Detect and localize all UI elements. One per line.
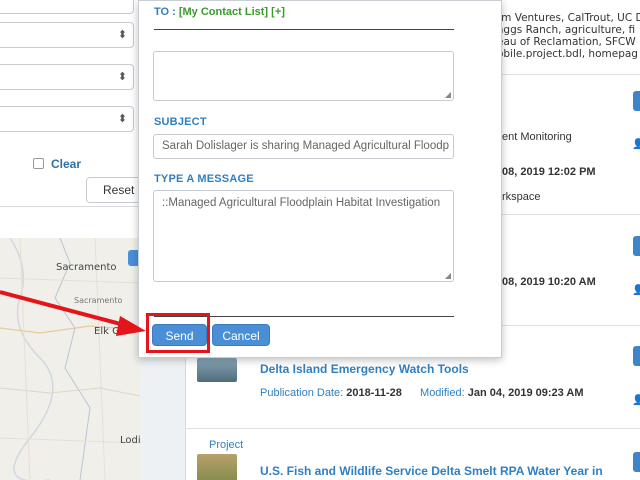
map-label-sacramento-small: Sacramento — [74, 296, 123, 305]
result-4-type: Project — [209, 439, 244, 451]
filter-select-4[interactable]: ⬍ — [0, 106, 134, 132]
map-label-sacramento: Sacramento — [56, 262, 117, 273]
filter-select-1[interactable] — [0, 0, 134, 14]
result-4-title[interactable]: U.S. Fish and Wildlife Service Delta Sme… — [260, 464, 603, 478]
modified-label: Modified: — [420, 387, 465, 399]
result-1-title-fragment[interactable]: ent Monitoring — [502, 131, 572, 143]
select-chevron-icon: ⬍ — [117, 70, 127, 83]
result-tags-line: aggs Ranch, agriculture, fi — [497, 24, 636, 36]
reset-button[interactable]: Reset — [86, 177, 146, 203]
result-tags-line: rm Ventures, CalTrout, UC D — [497, 12, 640, 24]
to-label: TO : — [154, 6, 176, 18]
row-divider — [185, 428, 640, 429]
result-3-thumbnail[interactable] — [197, 358, 237, 382]
filter-select-3[interactable]: ⬍ — [0, 64, 134, 90]
result-4-action-button[interactable] — [633, 452, 640, 472]
map-graphic — [0, 238, 140, 480]
resize-grip-icon[interactable]: ◢ — [445, 91, 451, 99]
modified-value: Jan 04, 2019 09:23 AM — [467, 387, 584, 399]
clear-link[interactable]: Clear — [51, 157, 81, 171]
map-view[interactable]: Sacramento Sacramento Elk G Lodi — [0, 238, 140, 480]
message-textarea[interactable]: ::Managed Agricultural Floodplain Habita… — [153, 190, 454, 282]
panel-divider — [0, 206, 140, 207]
result-4-thumbnail[interactable] — [197, 454, 237, 480]
result-2-action-button[interactable] — [633, 236, 640, 256]
map-label-lodi: Lodi — [120, 435, 140, 446]
pub-date-value: 2018-11-28 — [346, 387, 402, 399]
send-highlight-box — [146, 313, 210, 353]
filter-select-2[interactable]: ⬍ — [0, 22, 134, 48]
filter-panel: ⬍ ⬍ ⬍ Clear Reset — [0, 0, 146, 238]
result-tags-line: obile.project.bdl, homepag — [497, 48, 638, 60]
message-label: TYPE A MESSAGE — [154, 173, 254, 185]
to-divider — [154, 29, 454, 30]
share-dialog: TO : [My Contact List] [+] ◢ SUBJECT Sar… — [138, 0, 502, 358]
clear-checkbox[interactable] — [33, 158, 44, 169]
map-label-elk: Elk G — [94, 326, 120, 337]
user-icon[interactable]: 👤 — [632, 139, 640, 150]
result-2-modified: 08, 2019 10:20 AM — [502, 276, 596, 288]
pub-date-label: Publication Date: — [260, 387, 344, 399]
user-icon[interactable]: 👤 — [632, 285, 640, 296]
result-3-title[interactable]: Delta Island Emergency Watch Tools — [260, 362, 469, 376]
result-3-action-button[interactable] — [633, 346, 640, 366]
result-1-modified: 08, 2019 12:02 PM — [502, 166, 596, 178]
select-chevron-icon: ⬍ — [117, 28, 127, 41]
result-3-dates: Publication Date: 2018-11-28 Modified: J… — [260, 387, 584, 399]
contact-list-link[interactable]: [My Contact List] — [179, 6, 268, 18]
subject-label: SUBJECT — [154, 116, 207, 128]
result-tags-line: eau of Reclamation, SFCW — [497, 36, 636, 48]
result-1-workspace: rkspace — [502, 191, 541, 203]
message-text: ::Managed Agricultural Floodplain Habita… — [162, 197, 441, 209]
select-chevron-icon: ⬍ — [117, 112, 127, 125]
subject-input[interactable]: Sarah Dolislager is sharing Managed Agri… — [153, 134, 454, 159]
add-contact-link[interactable]: [+] — [271, 6, 285, 18]
user-icon[interactable]: 👤 — [632, 395, 640, 406]
recipients-field[interactable]: ◢ — [153, 51, 454, 101]
resize-grip-icon[interactable]: ◢ — [445, 272, 451, 280]
screen: ⬍ ⬍ ⬍ Clear Reset Sacramento Sacramento … — [0, 0, 640, 480]
cancel-button[interactable]: Cancel — [212, 324, 270, 346]
to-line: TO : [My Contact List] [+] — [154, 6, 285, 18]
result-1-action-button[interactable] — [633, 91, 640, 111]
